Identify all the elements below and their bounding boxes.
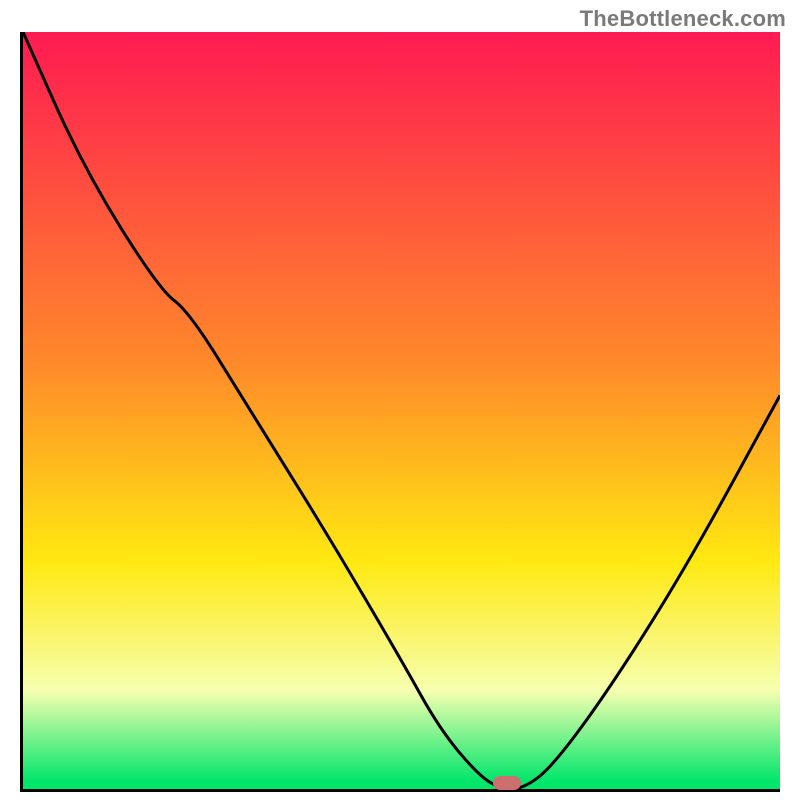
watermark-text: TheBottleneck.com xyxy=(580,6,786,32)
optimal-point-marker xyxy=(493,776,521,790)
chart-background-gradient xyxy=(23,32,780,789)
bottleneck-chart xyxy=(23,32,780,789)
